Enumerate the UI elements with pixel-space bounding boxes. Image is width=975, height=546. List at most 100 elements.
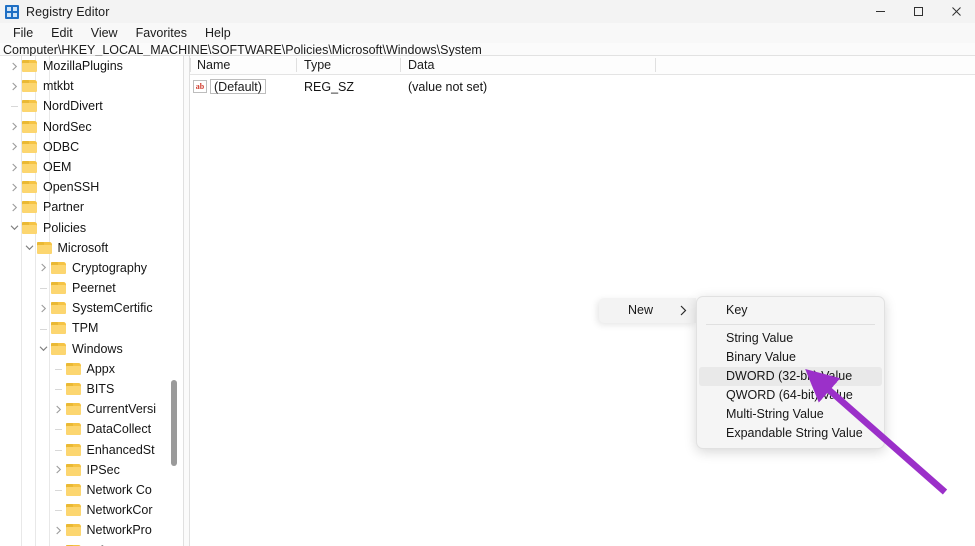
menu-edit[interactable]: Edit	[42, 24, 82, 43]
menu-item-expandable-string-value[interactable]: Expandable String Value	[699, 424, 882, 443]
new-submenu[interactable]: Key String Value Binary Value DWORD (32-bit…	[696, 296, 885, 449]
column-divider[interactable]	[655, 58, 656, 72]
folder-icon	[65, 383, 82, 396]
minimize-icon[interactable]	[861, 0, 899, 23]
tree-item-microsoft[interactable]: Microsoft	[0, 238, 183, 258]
value-name[interactable]: (Default)	[210, 79, 266, 94]
folder-icon	[65, 403, 82, 416]
chevron-right-icon[interactable]	[8, 157, 21, 177]
tree-item-network-co[interactable]: Network Co	[0, 480, 183, 500]
folder-icon	[51, 302, 67, 315]
chevron-right-icon[interactable]	[52, 460, 65, 480]
tree-item-safer[interactable]: safer	[0, 541, 183, 546]
menu-item-qword-64-bit-value[interactable]: QWORD (64-bit) Value	[699, 386, 882, 405]
tree-item-label: Partner	[43, 200, 84, 215]
column-divider[interactable]	[296, 58, 297, 72]
menu-file[interactable]: File	[4, 24, 42, 43]
chevron-right-icon[interactable]	[8, 117, 21, 137]
menu-favorites[interactable]: Favorites	[127, 24, 196, 43]
tree-item-systemcertific[interactable]: SystemCertific	[0, 298, 183, 318]
tree-connector	[8, 96, 21, 116]
chevron-right-icon[interactable]	[52, 541, 65, 546]
chevron-right-icon[interactable]	[8, 137, 21, 157]
tree-item-label: NordDivert	[43, 99, 103, 114]
tree-item-appx[interactable]: Appx	[0, 359, 183, 379]
tree-item-bits[interactable]: BITS	[0, 379, 183, 399]
context-menu-item-new[interactable]: New	[599, 298, 696, 323]
menu-item-dword-32-bit-value[interactable]: DWORD (32-bit) Value	[699, 367, 882, 386]
chevron-right-icon[interactable]	[37, 258, 50, 278]
folder-icon	[36, 241, 53, 255]
folder-icon	[22, 80, 38, 93]
folder-icon	[51, 261, 67, 275]
tree-item-peernet[interactable]: Peernet	[0, 278, 183, 298]
chevron-down-icon[interactable]	[37, 339, 50, 359]
tree-item-label: IPSec	[86, 462, 120, 477]
tree-item-cryptography[interactable]: Cryptography	[0, 258, 183, 278]
menu-item-string-value[interactable]: String Value	[699, 329, 882, 348]
tree-item-norddivert[interactable]: NordDivert	[0, 96, 183, 116]
tree-item-networkpro[interactable]: NetworkPro	[0, 520, 183, 540]
folder-icon	[65, 362, 82, 376]
registry-tree[interactable]: MozillaPlugins mtkbt NordDivert NordSec ODBC…	[0, 56, 183, 546]
column-header-name[interactable]: Name	[190, 56, 296, 74]
tree-item-label: EnhancedSt	[86, 442, 155, 457]
close-icon[interactable]	[937, 0, 975, 23]
chevron-right-icon[interactable]	[8, 177, 21, 197]
tree-item-networkcor[interactable]: NetworkCor	[0, 500, 183, 520]
tree-item-partner[interactable]: Partner	[0, 197, 183, 217]
menu-item-multi-string-value[interactable]: Multi-String Value	[699, 405, 882, 424]
table-row[interactable]: ab (Default) REG_SZ (value not set)	[190, 78, 975, 96]
tree-item-currentversi[interactable]: CurrentVersi	[0, 399, 183, 419]
column-header-type[interactable]: Type	[297, 56, 400, 74]
chevron-right-icon[interactable]	[52, 399, 65, 419]
folder-icon	[65, 524, 82, 537]
chevron-right-icon[interactable]	[8, 56, 21, 76]
window-title: Registry Editor	[26, 4, 110, 19]
value-data: (value not set)	[408, 80, 488, 94]
column-divider[interactable]	[400, 58, 401, 72]
tree-scrollbar-thumb[interactable]	[171, 380, 177, 466]
tree-item-odbc[interactable]: ODBC	[0, 137, 183, 157]
tree-connector	[37, 319, 50, 339]
chevron-down-icon[interactable]	[8, 218, 21, 238]
pane-splitter[interactable]	[183, 56, 190, 546]
tree-item-label: safer	[83, 543, 119, 546]
menu-view[interactable]: View	[82, 24, 127, 43]
address-bar[interactable]: Computer\HKEY_LOCAL_MACHINE\SOFTWARE\Pol…	[0, 43, 975, 57]
tree-item-ipsec[interactable]: IPSec	[0, 460, 183, 480]
tree-connector	[52, 500, 65, 520]
chevron-down-icon[interactable]	[23, 238, 36, 258]
folder-icon	[65, 504, 82, 517]
column-header-data[interactable]: Data	[401, 56, 655, 74]
menu-help[interactable]: Help	[196, 24, 240, 43]
folder-icon	[22, 221, 38, 235]
tree-item-oem[interactable]: OEM	[0, 157, 183, 177]
folder-icon	[22, 160, 38, 174]
menu-item-binary-value[interactable]: Binary Value	[699, 348, 882, 367]
column-divider[interactable]	[190, 58, 191, 72]
chevron-right-icon[interactable]	[52, 520, 65, 540]
tree-item-label: Microsoft	[57, 240, 109, 255]
tree-item-tpm[interactable]: TPM	[0, 318, 183, 338]
menu-separator	[706, 324, 875, 325]
tree-item-label: Appx	[86, 361, 116, 376]
tree-scrollbar-track[interactable]	[169, 56, 177, 546]
chevron-right-icon[interactable]	[8, 197, 21, 217]
tree-item-datacollect[interactable]: DataCollect	[0, 419, 183, 439]
tree-item-policies[interactable]: Policies	[0, 218, 183, 238]
folder-icon	[22, 181, 38, 194]
menu-item-key[interactable]: Key	[699, 301, 882, 320]
tree-item-windows[interactable]: Windows	[0, 339, 183, 359]
chevron-right-icon[interactable]	[37, 298, 50, 318]
tree-item-nordsec[interactable]: NordSec	[0, 117, 183, 137]
chevron-right-icon[interactable]	[8, 76, 21, 96]
tree-item-enhancedst[interactable]: EnhancedSt	[0, 440, 183, 460]
value-type: REG_SZ	[304, 80, 355, 94]
registry-tree-pane[interactable]: MozillaPlugins mtkbt NordDivert NordSec ODBC…	[0, 56, 183, 546]
maximize-icon[interactable]	[899, 0, 937, 23]
tree-item-openssh[interactable]: OpenSSH	[0, 177, 183, 197]
tree-item-mtkbt[interactable]: mtkbt	[0, 76, 183, 96]
folder-icon	[65, 423, 82, 436]
tree-item-mozillaplugins[interactable]: MozillaPlugins	[0, 56, 183, 76]
